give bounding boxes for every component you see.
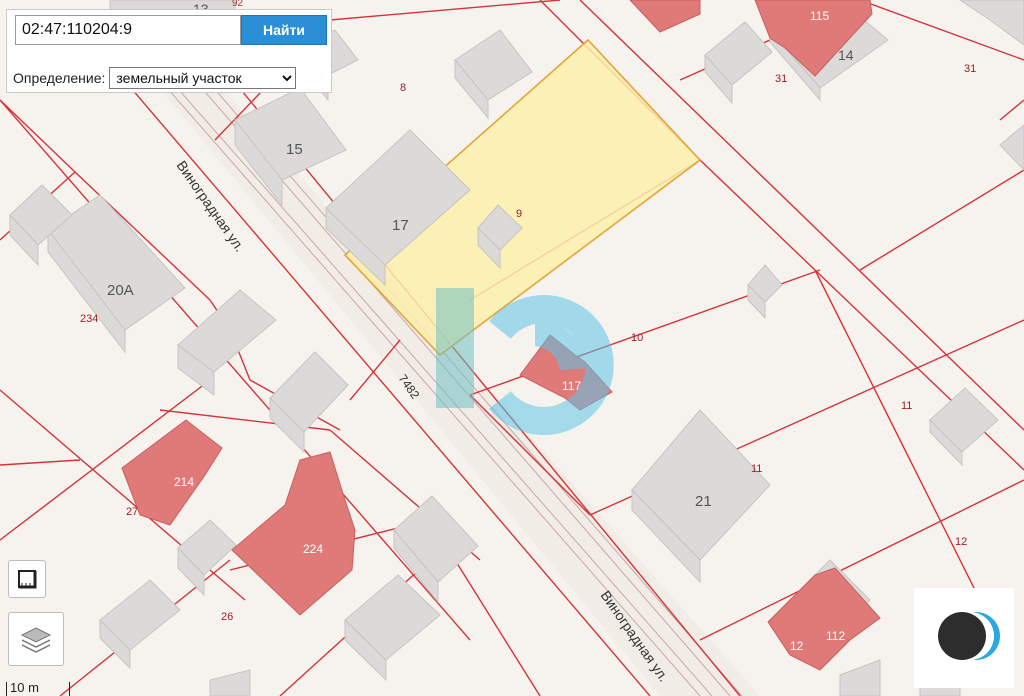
- parcel-label: 11: [901, 400, 912, 412]
- building-label: 15: [286, 141, 303, 158]
- ruler-icon: [18, 570, 37, 589]
- brand-circles-icon: [938, 612, 1000, 660]
- parcel-label: 27: [126, 506, 138, 518]
- building-label: 224: [303, 542, 323, 556]
- layers-icon: [20, 627, 52, 653]
- building-label: 20А: [107, 282, 134, 299]
- parcel-label: 9: [516, 208, 522, 220]
- definition-select[interactable]: земельный участок: [109, 67, 297, 89]
- parcel-label: 11: [751, 463, 762, 475]
- building-label: 214: [174, 475, 194, 489]
- parcel-label: 10: [631, 332, 643, 344]
- parcel-label: 12: [955, 536, 967, 548]
- parcel-label: 31: [775, 73, 787, 85]
- parcel-label: 8: [400, 82, 406, 94]
- brand-logo: [914, 588, 1014, 688]
- building-label: 92: [232, 0, 244, 9]
- cadastral-map[interactable]: Виноградная ул. Виноградная ул. 7482 13 …: [0, 0, 1024, 696]
- definition-row: Определение: земельный участок: [13, 66, 297, 90]
- measure-tool-button[interactable]: [8, 560, 46, 598]
- building-label: 115: [810, 9, 829, 23]
- search-panel: Найти Определение: земельный участок: [6, 9, 332, 93]
- building-label: 112: [826, 629, 845, 643]
- find-button[interactable]: Найти: [241, 15, 327, 45]
- definition-label: Определение:: [13, 70, 106, 86]
- layers-button[interactable]: [8, 612, 64, 666]
- building-label: 117: [562, 379, 581, 393]
- building-label: 12: [790, 639, 804, 653]
- parcel-label: 234: [80, 313, 98, 325]
- building-label: 17: [392, 217, 409, 234]
- parcel-label: 26: [221, 611, 233, 623]
- building-label: 21: [695, 493, 712, 510]
- building-label: 14: [838, 47, 854, 63]
- cadastral-number-input[interactable]: [15, 15, 241, 45]
- parcel-label: 31: [964, 63, 976, 75]
- scale-label: 10 m: [10, 680, 39, 695]
